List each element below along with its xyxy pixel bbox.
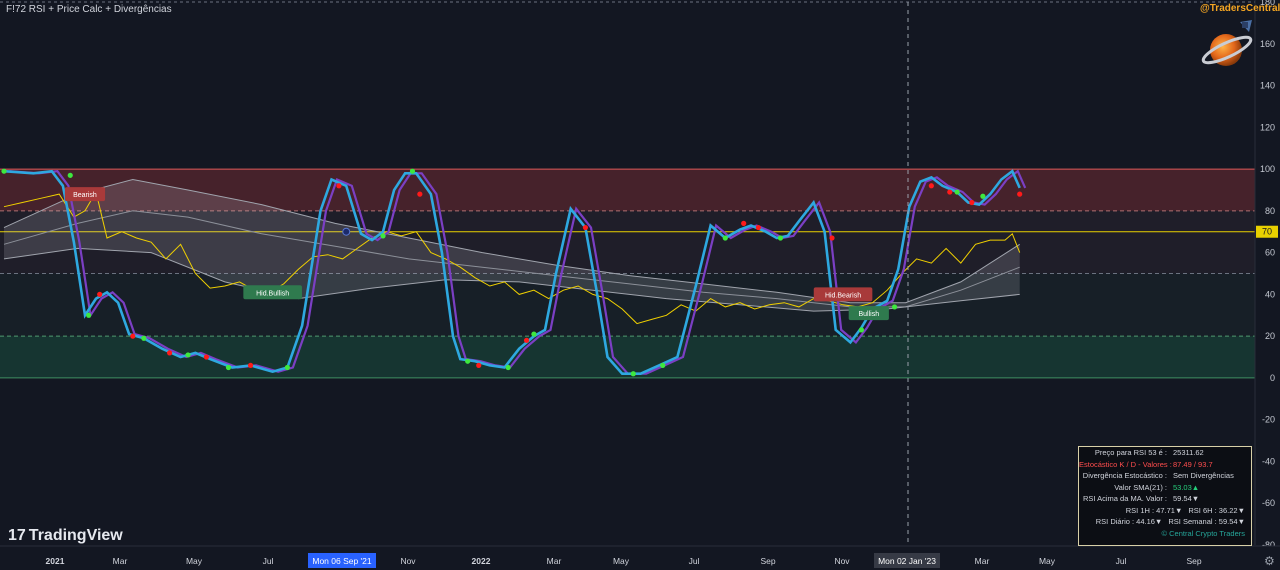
signal-dot-red bbox=[247, 362, 254, 368]
y-tick-label: 0 bbox=[1270, 373, 1275, 383]
preco-label: Preço para RSI 53 é : bbox=[1094, 448, 1167, 457]
signal-dot-red bbox=[203, 354, 209, 360]
divergencia-value: Sem Divergências bbox=[1173, 471, 1234, 480]
rsi-acima-value: 59.54▼ bbox=[1173, 494, 1200, 503]
x-tick-label: Jul bbox=[1116, 556, 1127, 566]
signal-dot-red bbox=[167, 350, 173, 356]
signal-dot-red bbox=[755, 224, 762, 231]
annotation-text: Hid.Bearish bbox=[825, 292, 861, 299]
x-tick-label: May bbox=[1039, 556, 1056, 566]
divergencia-label: Divergência Estocástico : bbox=[1082, 471, 1167, 480]
x-tick-label: Mar bbox=[547, 556, 562, 566]
signal-dot-red bbox=[130, 333, 136, 339]
x-tick-label: Nov bbox=[400, 556, 416, 566]
highlight-date-label: Mon 06 Sep '21 bbox=[312, 556, 372, 566]
y-tick-label: 100 bbox=[1260, 164, 1275, 174]
signal-dot-green bbox=[954, 189, 960, 195]
x-tick-label: Nov bbox=[834, 556, 850, 566]
indicator-title[interactable]: F!72 RSI + Price Calc + Divergências bbox=[6, 4, 172, 15]
y-tick-label: 20 bbox=[1265, 331, 1275, 341]
rsi-semanal: RSI Semanal : 59.54▼ bbox=[1168, 517, 1245, 526]
signal-dot-red bbox=[928, 183, 934, 189]
signal-dot-green bbox=[531, 331, 537, 337]
x-tick-label: Jul bbox=[689, 556, 700, 566]
sma-value: 53.03▲ bbox=[1173, 482, 1200, 492]
tradingview-logo[interactable]: 17 TradingView bbox=[8, 527, 123, 545]
rsi-6h: RSI 6H : 36.22▼ bbox=[1188, 505, 1245, 515]
annotation-text: Bearish bbox=[73, 192, 97, 199]
y-tick-label: -60 bbox=[1262, 498, 1275, 508]
signal-dot-green bbox=[380, 233, 386, 239]
y-tick-label: 80 bbox=[1265, 206, 1275, 216]
signal-dot-red bbox=[741, 220, 747, 226]
signal-dot-green bbox=[722, 235, 728, 241]
annotation-text: Bullish bbox=[858, 311, 879, 318]
rsi-acima-label: RSI Acima da MA. Valor : bbox=[1082, 494, 1167, 503]
signal-dot-red bbox=[829, 235, 835, 241]
rsi-diario: RSI Diário : 44.16▼ bbox=[1095, 517, 1163, 526]
y-tick-label: -20 bbox=[1262, 415, 1275, 425]
tradingview-logo-text: TradingView bbox=[28, 527, 123, 544]
signal-dot-green bbox=[141, 335, 147, 341]
signal-dot-green bbox=[980, 193, 986, 199]
signal-dot-green bbox=[67, 172, 73, 178]
x-tick-label: Sep bbox=[760, 556, 775, 566]
estocastico-label: Estocástico K / D - Valores : bbox=[1079, 459, 1172, 469]
signal-dot-green bbox=[225, 364, 232, 371]
planet-rocket-icon bbox=[1201, 20, 1253, 66]
signal-dot-green bbox=[185, 352, 191, 358]
signal-dot-green bbox=[777, 235, 784, 241]
signal-dot-green bbox=[630, 371, 636, 377]
signal-dot-green bbox=[858, 327, 865, 333]
signal-dot-green bbox=[505, 364, 511, 371]
cursor-dot[interactable] bbox=[342, 227, 351, 236]
sma-label: Valor SMA(21) : bbox=[1114, 482, 1167, 492]
signal-dot-red bbox=[417, 191, 423, 197]
signal-dot-green bbox=[86, 312, 92, 318]
x-tick-label: May bbox=[613, 556, 630, 566]
signal-dot-green bbox=[660, 362, 666, 368]
watermark: @TradersCentral bbox=[1200, 3, 1280, 14]
crosshair-date-label: Mon 02 Jan '23 bbox=[878, 556, 936, 566]
signal-dot-green bbox=[409, 168, 416, 174]
price-badge-text: 70 bbox=[1262, 227, 1272, 237]
y-tick-label: 120 bbox=[1260, 122, 1275, 132]
signal-dot-red bbox=[947, 189, 953, 195]
x-tick-label: 2021 bbox=[46, 556, 65, 566]
signal-dot-red bbox=[582, 224, 589, 231]
y-tick-label: 60 bbox=[1265, 248, 1275, 258]
signal-dot-green bbox=[1, 168, 7, 174]
signal-dot-green bbox=[465, 358, 471, 364]
credit: © Central Crypto Traders bbox=[1161, 528, 1245, 538]
y-tick-label: 140 bbox=[1260, 81, 1275, 91]
signal-dot-green bbox=[284, 364, 290, 371]
rsi-1h: RSI 1H : 47.71▼ bbox=[1125, 505, 1183, 515]
info-panel: Preço para RSI 53 é : 25311.62 Estocástic… bbox=[1078, 446, 1252, 546]
x-tick-label: Jul bbox=[263, 556, 274, 566]
x-tick-label: Mar bbox=[113, 556, 128, 566]
y-tick-label: 160 bbox=[1260, 39, 1275, 49]
y-tick-label: 40 bbox=[1265, 289, 1275, 299]
y-tick-label: -40 bbox=[1262, 456, 1275, 466]
x-tick-label: 2022 bbox=[472, 556, 491, 566]
signal-dot-red bbox=[97, 291, 103, 297]
gear-icon[interactable]: ⚙ bbox=[1264, 554, 1275, 568]
preco-value: 25311.62 bbox=[1173, 448, 1204, 457]
signal-dot-red bbox=[476, 362, 482, 368]
estocastico-value: 87.49 / 93.7 bbox=[1173, 459, 1213, 469]
signal-dot-red bbox=[969, 199, 975, 206]
tradingview-logo-glyph: 17 bbox=[8, 527, 26, 544]
annotation-text: Hid.Bullish bbox=[256, 290, 289, 297]
signal-dot-green bbox=[891, 304, 898, 310]
x-tick-label: Sep bbox=[1186, 556, 1201, 566]
signal-dot-red bbox=[523, 337, 530, 343]
x-tick-label: Mar bbox=[975, 556, 990, 566]
x-tick-label: May bbox=[186, 556, 203, 566]
signal-dot-red bbox=[336, 183, 342, 189]
signal-dot-red bbox=[1017, 191, 1023, 197]
